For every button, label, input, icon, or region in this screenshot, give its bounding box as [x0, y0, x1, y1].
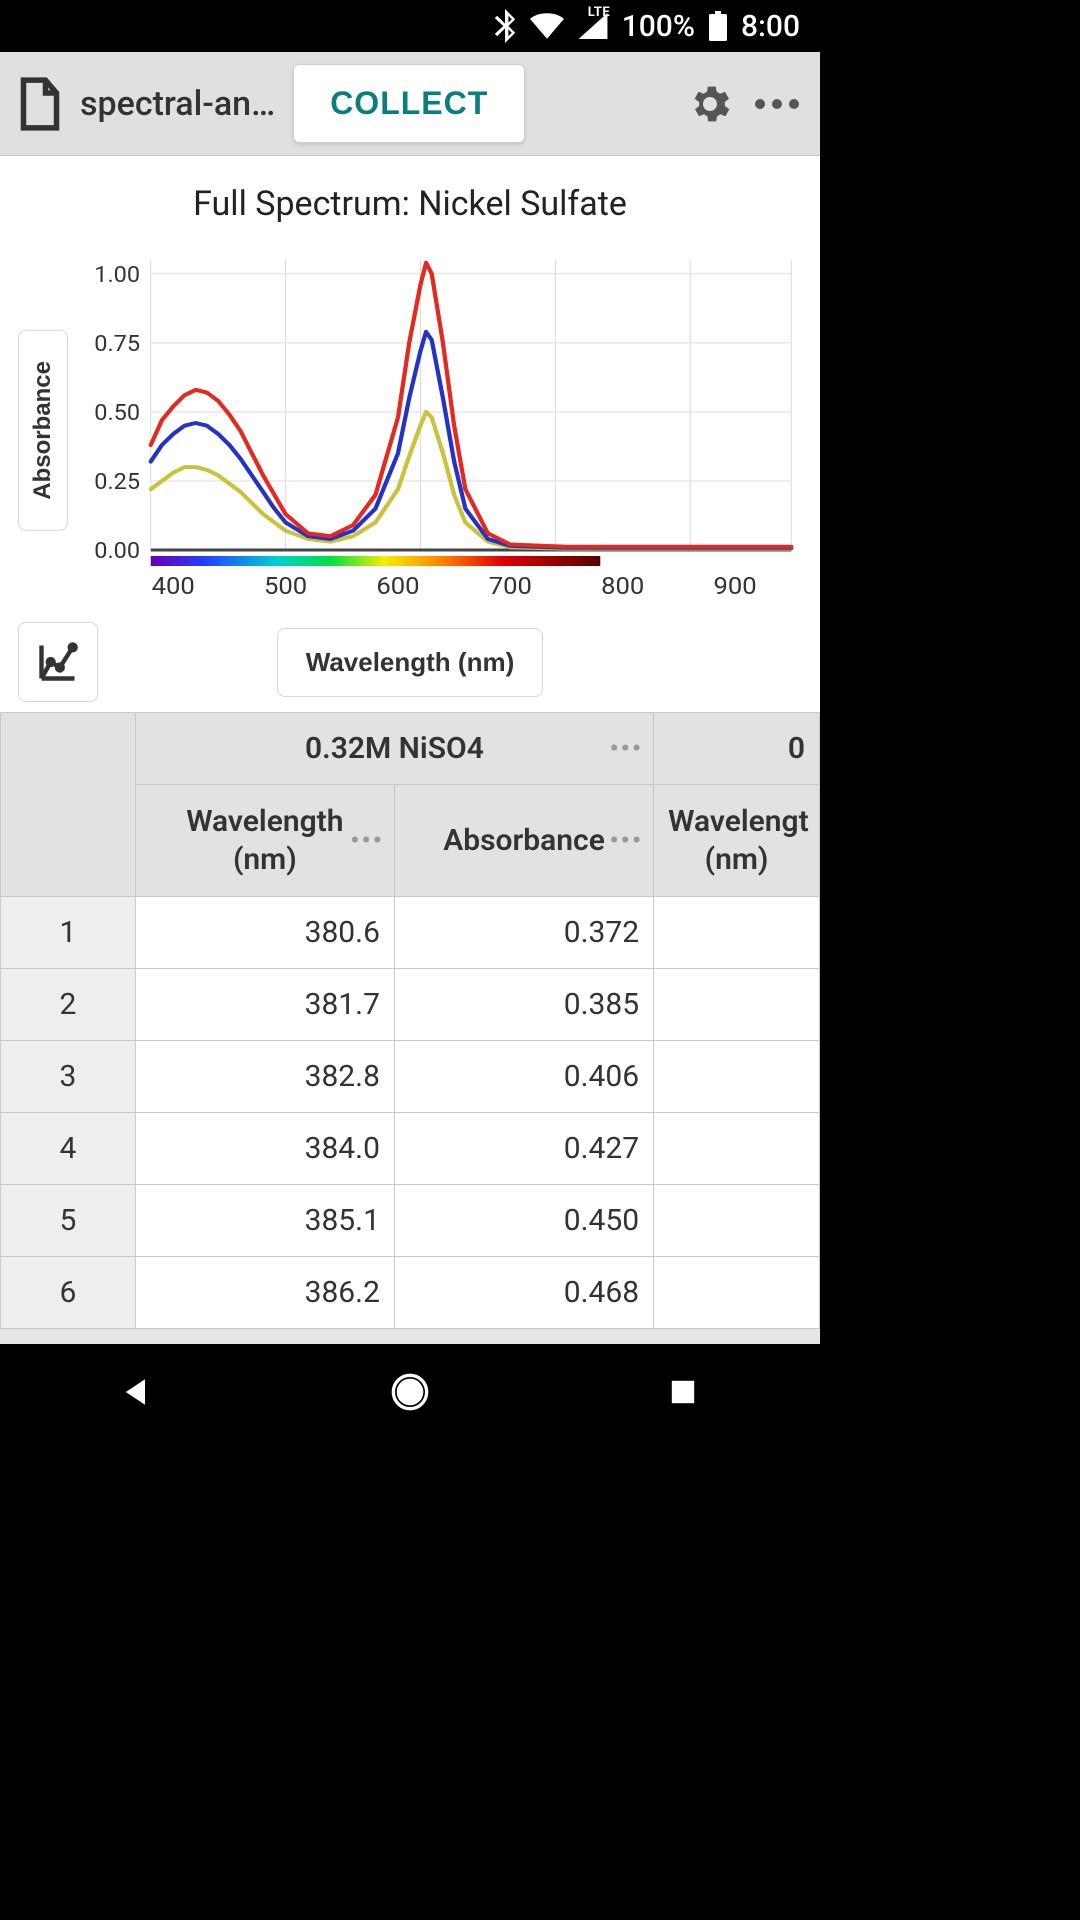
wavelength-cell[interactable]: 385.1	[135, 1185, 394, 1257]
file-name-label[interactable]: spectral-an…	[80, 84, 275, 124]
svg-text:800: 800	[601, 573, 644, 601]
col-wavelength2-header[interactable]: Wavelengt (nm)	[654, 785, 820, 897]
svg-text:0.75: 0.75	[94, 331, 140, 357]
network-type-label: LTE	[588, 5, 610, 20]
col-wavelength-header[interactable]: Wavelength (nm) •••	[135, 785, 394, 897]
battery-percent: 100%	[622, 9, 695, 44]
file-icon[interactable]	[18, 76, 62, 132]
chart-panel: Full Spectrum: Nickel Sulfate Absorbance…	[0, 156, 820, 712]
dataset-options-icon[interactable]: •••	[609, 734, 643, 764]
table-row[interactable]: 4384.00.427	[1, 1113, 820, 1185]
wavelength-cell[interactable]: 384.0	[135, 1113, 394, 1185]
nav-home-button[interactable]	[388, 1370, 432, 1414]
table-row[interactable]: 1380.60.372	[1, 897, 820, 969]
absorbance-cell[interactable]: 0.372	[394, 897, 653, 969]
x-axis-button[interactable]: Wavelength (nm)	[277, 628, 543, 697]
bluetooth-icon	[494, 9, 516, 43]
svg-text:1.00: 1.00	[94, 262, 140, 288]
more-options-button[interactable]	[752, 97, 802, 111]
wavelength2-cell[interactable]	[654, 1041, 820, 1113]
wavelength2-cell[interactable]	[654, 1257, 820, 1329]
table-row[interactable]: 6386.20.468	[1, 1257, 820, 1329]
data-table[interactable]: 0.32M NiSO4 ••• 0 Wavelength (nm) ••• Ab…	[0, 712, 820, 1344]
row-number-cell: 6	[1, 1257, 136, 1329]
absorbance-cell[interactable]: 0.406	[394, 1041, 653, 1113]
svg-text:400: 400	[152, 573, 195, 601]
dataset-header-next[interactable]: 0	[654, 713, 820, 785]
svg-text:0.00: 0.00	[94, 538, 140, 564]
battery-icon	[709, 11, 727, 41]
wavelength2-cell[interactable]	[654, 1113, 820, 1185]
dataset-header[interactable]: 0.32M NiSO4 •••	[135, 713, 653, 785]
table-row[interactable]: 2381.70.385	[1, 969, 820, 1041]
absorbance-cell[interactable]: 0.427	[394, 1113, 653, 1185]
table-row[interactable]: 3382.80.406	[1, 1041, 820, 1113]
row-number-cell: 1	[1, 897, 136, 969]
settings-button[interactable]	[686, 80, 734, 128]
android-nav-bar	[0, 1344, 820, 1440]
app-toolbar: spectral-an… COLLECT	[0, 52, 820, 156]
android-status-bar: LTE 100% 8:00	[0, 0, 820, 52]
graph-tools-button[interactable]	[18, 622, 98, 702]
col-options-icon[interactable]: •••	[609, 826, 643, 856]
y-axis-button[interactable]: Absorbance	[18, 330, 68, 531]
wavelength-cell[interactable]: 382.8	[135, 1041, 394, 1113]
wavelength-cell[interactable]: 380.6	[135, 897, 394, 969]
cellular-icon: LTE	[578, 13, 608, 39]
chart-title: Full Spectrum: Nickel Sulfate	[18, 184, 802, 224]
row-number-header	[1, 713, 136, 897]
col-options-icon[interactable]: •••	[350, 826, 384, 856]
absorbance-cell[interactable]: 0.468	[394, 1257, 653, 1329]
absorbance-cell[interactable]: 0.385	[394, 969, 653, 1041]
row-number-cell: 4	[1, 1113, 136, 1185]
collect-button[interactable]: COLLECT	[293, 64, 525, 143]
svg-text:700: 700	[489, 573, 532, 601]
wavelength-cell[interactable]: 381.7	[135, 969, 394, 1041]
row-number-cell: 2	[1, 969, 136, 1041]
wavelength-cell[interactable]: 386.2	[135, 1257, 394, 1329]
wavelength2-cell[interactable]	[654, 969, 820, 1041]
svg-text:900: 900	[714, 573, 757, 601]
wavelength2-cell[interactable]	[654, 897, 820, 969]
clock: 8:00	[741, 9, 800, 44]
svg-text:600: 600	[376, 573, 419, 601]
row-number-cell: 3	[1, 1041, 136, 1113]
svg-text:500: 500	[264, 573, 307, 601]
wavelength2-cell[interactable]	[654, 1185, 820, 1257]
svg-text:0.25: 0.25	[94, 469, 140, 495]
table-row[interactable]: 5385.10.450	[1, 1185, 820, 1257]
nav-recent-button[interactable]	[661, 1370, 705, 1414]
row-number-cell: 5	[1, 1185, 136, 1257]
col-absorbance-header[interactable]: Absorbance •••	[394, 785, 653, 897]
wifi-icon	[530, 13, 564, 39]
svg-text:0.50: 0.50	[94, 400, 140, 426]
nav-back-button[interactable]	[115, 1370, 159, 1414]
absorbance-cell[interactable]: 0.450	[394, 1185, 653, 1257]
chart-plot[interactable]: 0.00 0.25 0.50 0.75 1.00 400 500 600 700 800 900	[76, 250, 802, 610]
